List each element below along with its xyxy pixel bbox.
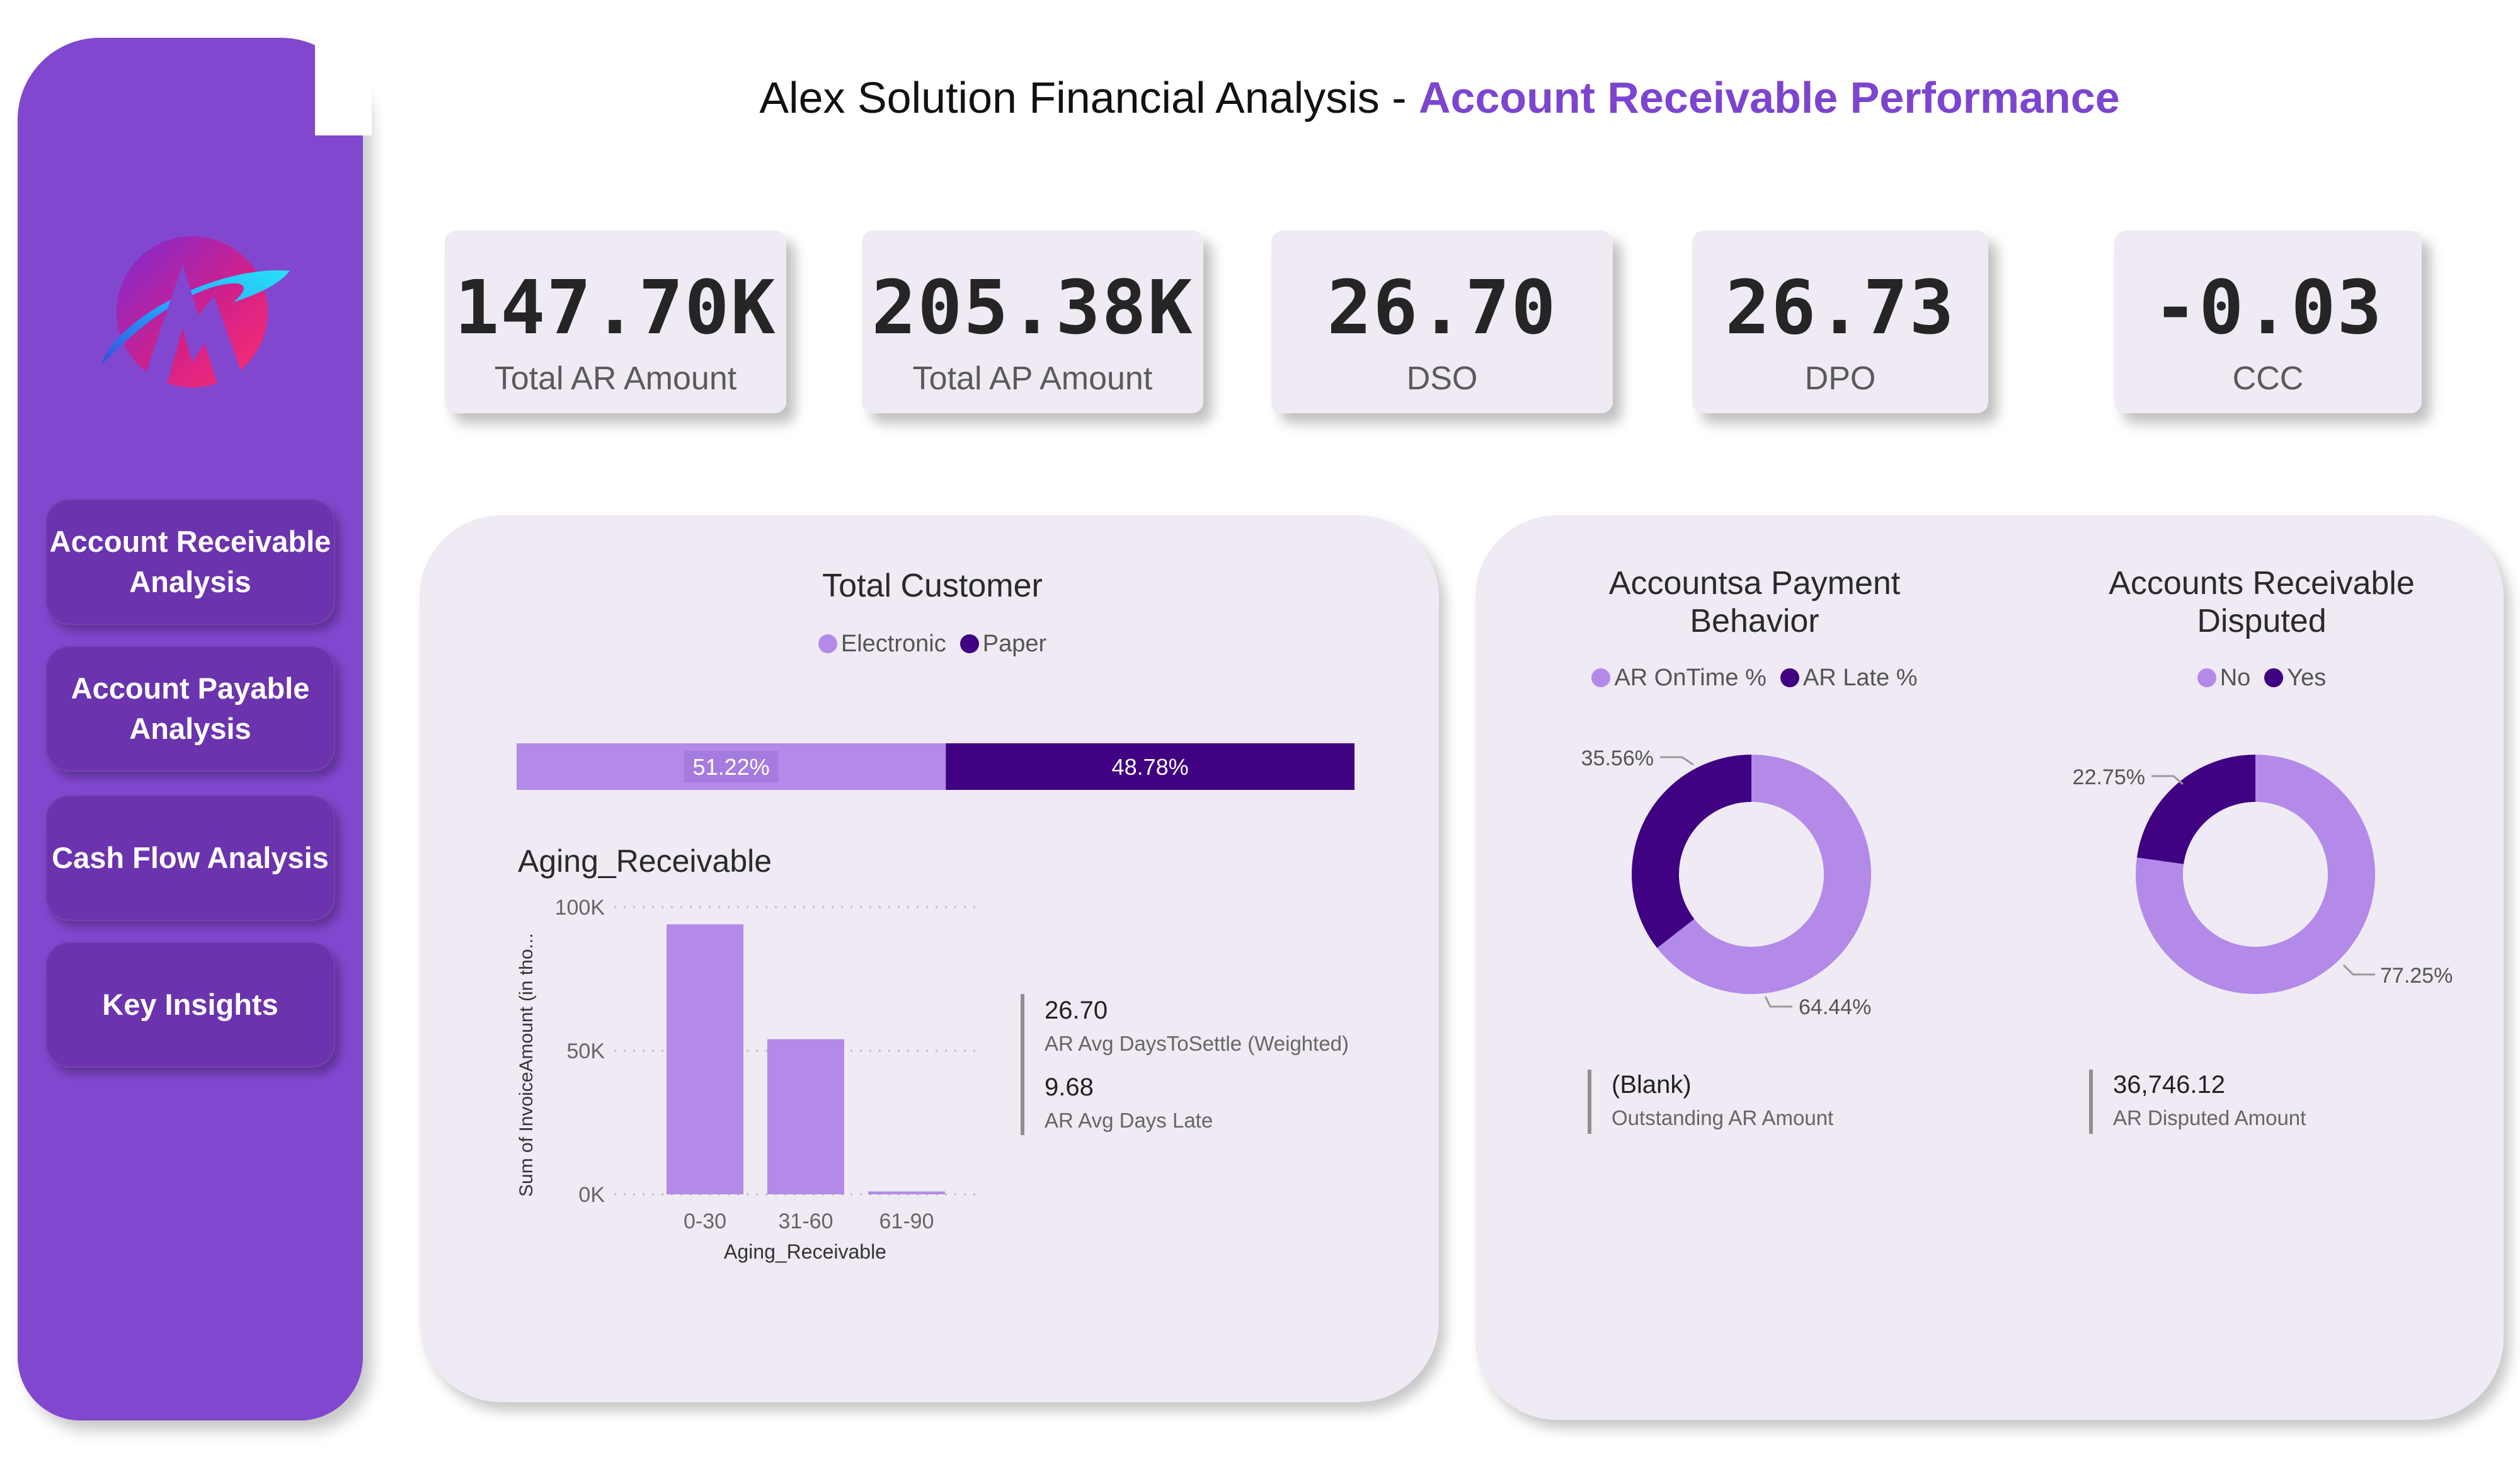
outstanding-ar-label: Outstanding AR Amount [1612,1106,1834,1129]
legend-dot [818,634,837,653]
slice-label-late: 35.56% [1581,746,1654,770]
disputed-amount-label: AR Disputed Amount [2113,1106,2306,1129]
legend-dot [2197,668,2216,687]
legend-label: Paper [982,630,1047,657]
y-axis-title: Sum of InvoiceAmount (in tho... [516,933,537,1197]
kpi-label: Total AP Amount [912,360,1153,397]
aging-bar-61-90[interactable] [868,1191,945,1194]
legend-dot [1780,668,1799,687]
kpi-label: DPO [1804,360,1876,397]
kpi-value: 205.38K [871,264,1194,351]
aging-bar-0-30[interactable] [667,924,743,1194]
kpi-value: 147.70K [454,264,777,351]
kpi-value: 26.70 [1327,264,1557,351]
aging-bars [667,924,945,1194]
leader-line [1764,996,1792,1008]
legend-label: AR OnTime % [1614,664,1767,691]
legend-label: Yes [2287,664,2327,691]
payment-behavior-title: Accountsa Payment Behavior [1608,565,1901,639]
page-title: Alex Solution Financial Analysis - Accou… [378,63,2501,132]
reference-divider [1588,1070,1591,1134]
donut-slice-1[interactable] [2136,755,2255,864]
title-accent: Account Receivable Performance [1418,73,2120,122]
legend-item-yes[interactable]: Yes [2264,665,2326,692]
legend-dot [1591,668,1611,687]
nav-key-insights[interactable]: Key Insights [45,942,335,1068]
legend-item-late[interactable]: AR Late % [1780,665,1918,692]
nav-account-receivable-analysis[interactable]: Account Receivable Analysis [45,499,335,625]
donut-slices [1632,755,1871,994]
y-tick-label: 0K [578,1183,605,1207]
legend-label: AR Late % [1802,664,1918,691]
kpi-label: CCC [2232,360,2304,397]
title-prefix: Alex Solution Financial Analysis - [759,73,1419,122]
donut-slices [2136,755,2375,994]
x-tick-label: 61-90 [879,1209,934,1233]
reference-divider [2089,1070,2093,1134]
company-logo-icon [101,236,290,387]
leader-line [1660,756,1694,766]
disputed-donut: 22.75% 77.25% [2073,755,2453,994]
kpi-value: -0.03 [2153,264,2383,351]
kpi-card-dpo: 26.73 DPO [1692,231,1988,413]
nav-label: Account Payable Analysis [71,671,310,745]
legend-dot [2264,668,2284,687]
outstanding-ar-value: (Blank) [1612,1071,1692,1099]
kpi-label: Total AR Amount [494,360,737,397]
x-axis-title: Aging_Receivable [724,1240,886,1263]
legend-item-no[interactable]: No [2197,664,2251,692]
data-label-electronic: 51.22% [693,754,770,780]
metric-label-days-late: AR Avg Days Late [1045,1109,1213,1132]
x-tick-label: 31-60 [779,1209,833,1233]
kpi-value: 26.73 [1725,264,1956,351]
legend-item-ontime[interactable]: AR OnTime % [1591,664,1767,692]
nav-account-payable-analysis[interactable]: Account Payable Analysis [45,646,335,772]
legend-label: No [2219,664,2251,691]
total-customer-stacked-bar: 51.22% 48.78% [517,743,1354,790]
kpi-card-total-ap: 205.38K Total AP Amount [862,231,1203,413]
payment-behavior-legend: AR OnTime % AR Late % [1525,660,1984,695]
aging-bar-31-60[interactable] [767,1039,844,1194]
data-label-paper: 48.78% [1112,754,1189,780]
donut-slice-1[interactable] [1632,755,1751,949]
legend-label: Electronic [840,630,946,657]
slice-label-ontime: 64.44% [1799,995,1871,1019]
total-customer-legend: Electronic Paper [712,626,1153,661]
metric-value-days-to-settle: 26.70 [1045,997,1108,1024]
legend-item-electronic[interactable]: Electronic [818,631,946,658]
slice-label-yes: 22.75% [2073,765,2145,789]
metric-label-days-to-settle: AR Avg DaysToSettle (Weighted) [1045,1032,1349,1055]
legend-item-paper[interactable]: Paper [959,630,1047,658]
aging-x-ticks: 0-30 31-60 61-90 [684,1209,934,1233]
disputed-legend: No Yes [2041,660,2482,695]
kpi-label: DSO [1406,360,1478,397]
sidebar-corner [315,38,372,135]
nav-cash-flow-analysis[interactable]: Cash Flow Analysis [45,795,335,921]
kpi-card-ccc: -0.03 CCC [2114,231,2422,413]
y-tick-label: 50K [567,1039,605,1063]
kpi-card-total-ar: 147.70K Total AR Amount [445,231,786,413]
reference-divider [1021,994,1024,1135]
metric-value-days-late: 9.68 [1045,1073,1094,1101]
y-tick-label: 100K [555,896,605,920]
aging-chart-title: Aging_Receivable [518,843,772,879]
nav-label: Cash Flow Analysis [52,841,329,874]
leader-line [2342,964,2375,976]
nav-label: Key Insights [102,988,278,1021]
payment-behavior-donut: 35.56% 64.44% [1581,746,1872,1019]
disputed-title: Accounts Receivable Disputed [2109,565,2415,639]
kpi-card-dso: 26.70 DSO [1271,231,1613,413]
total-customer-title: Total Customer [822,568,1043,604]
x-tick-label: 0-30 [684,1209,726,1233]
slice-label-no: 77.25% [2380,964,2453,988]
aging-bar-chart: Sum of InvoiceAmount (in tho... 100K 50K… [516,896,983,1263]
nav-label: Account Receivable Analysis [49,525,331,598]
legend-dot [959,634,979,653]
disputed-amount-value: 36,746.12 [2113,1071,2225,1099]
